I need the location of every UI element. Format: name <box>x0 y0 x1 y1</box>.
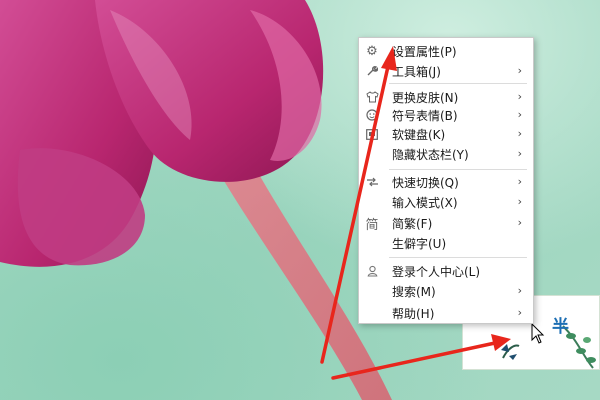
switch-icon <box>364 174 380 190</box>
chevron-right-icon: › <box>517 108 522 121</box>
chevron-right-icon: › <box>517 216 522 229</box>
menu-item-simplified-traditional[interactable]: 简 简繁(F) › <box>359 213 533 233</box>
menu-item-quick-switch[interactable]: 快速切换(Q) › <box>359 172 533 192</box>
menu-separator <box>389 83 527 84</box>
chevron-right-icon: › <box>517 306 522 319</box>
keyboard-icon <box>364 126 380 142</box>
menu-item-rare-chars[interactable]: 生僻字(U) <box>359 233 533 253</box>
menu-item-skin[interactable]: 更换皮肤(N) › <box>359 87 533 107</box>
ime-context-menu: ⚙ 设置属性(P) 工具箱(J) › 更换皮肤(N) › 符号表情(B) › 软… <box>358 37 534 324</box>
menu-separator <box>389 169 527 170</box>
gear-icon: ⚙ <box>366 43 378 59</box>
smiley-icon <box>364 107 380 123</box>
wrench-icon <box>364 63 380 79</box>
menu-item-emoji[interactable]: 符号表情(B) › <box>359 105 533 125</box>
chevron-right-icon: › <box>517 147 522 160</box>
menu-item-soft-keyboard[interactable]: 软键盘(K) › <box>359 124 533 144</box>
chevron-right-icon: › <box>517 175 522 188</box>
user-icon <box>364 263 380 279</box>
menu-separator <box>389 257 527 258</box>
shirt-icon <box>364 89 380 105</box>
menu-item-toolbox[interactable]: 工具箱(J) › <box>359 61 533 81</box>
chevron-right-icon: › <box>517 90 522 103</box>
simplified-char-icon: 简 <box>365 217 379 233</box>
menu-item-input-mode[interactable]: 输入模式(X) › <box>359 192 533 212</box>
menu-item-login[interactable]: 登录个人中心(L) <box>359 261 533 281</box>
chevron-right-icon: › <box>517 64 522 77</box>
mouse-cursor-icon <box>531 323 545 344</box>
menu-item-hide-statusbar[interactable]: 隐藏状态栏(Y) › <box>359 144 533 164</box>
half-width-mode-indicator[interactable]: 半 <box>552 312 569 337</box>
menu-item-help[interactable]: 帮助(H) › <box>359 303 533 323</box>
chevron-right-icon: › <box>517 127 522 140</box>
menu-item-search[interactable]: 搜索(M) › <box>359 281 533 301</box>
chevron-right-icon: › <box>517 284 522 297</box>
menu-item-settings[interactable]: ⚙ 设置属性(P) <box>359 41 533 61</box>
chevron-right-icon: › <box>517 195 522 208</box>
